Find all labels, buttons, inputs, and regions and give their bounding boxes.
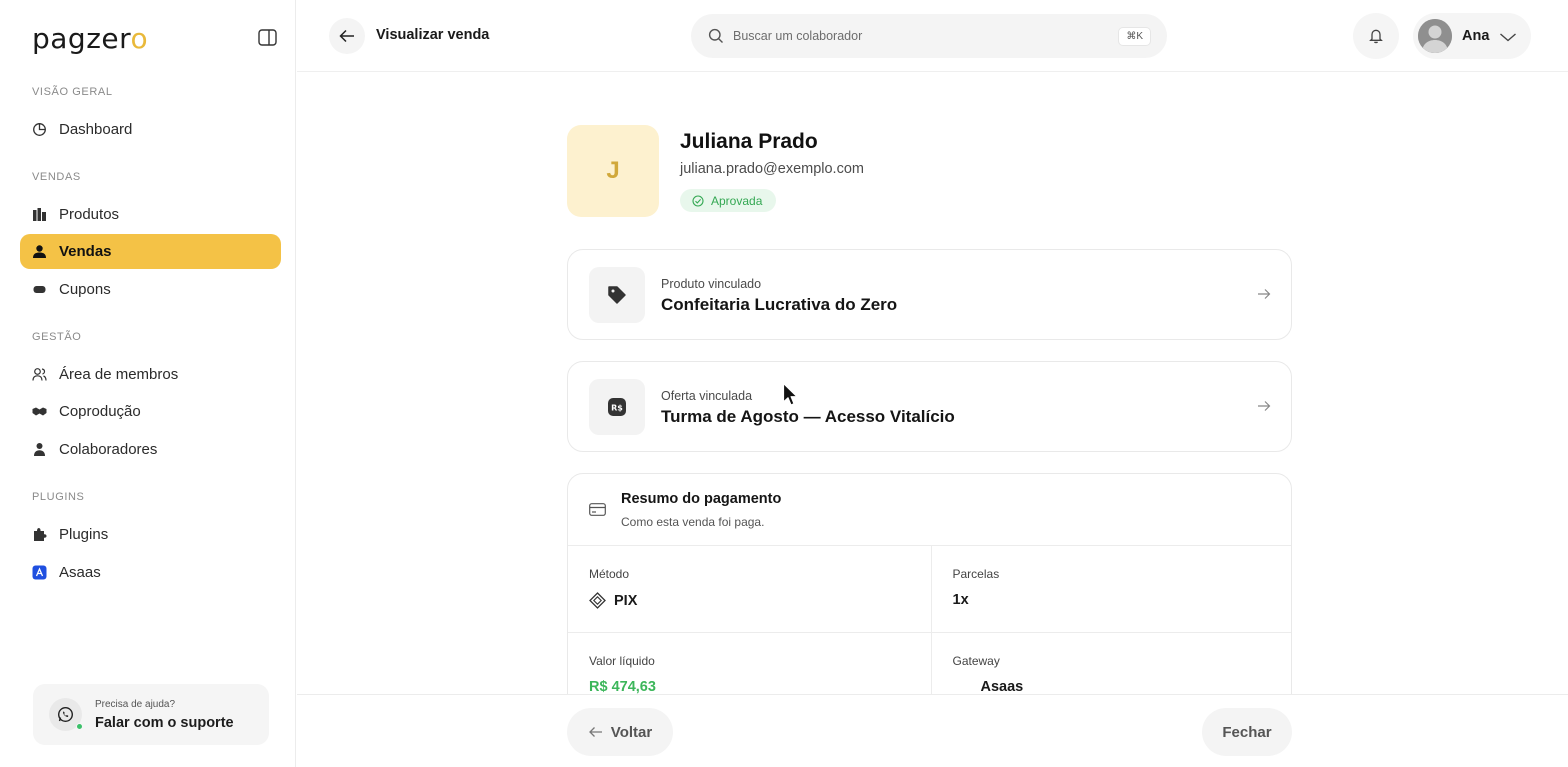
section-label-sales: VENDAS — [32, 171, 81, 183]
sidebar: pagzero VISÃO GERAL Dashboard VENDAS Pro… — [0, 0, 296, 767]
payment-details-grid: Método PIX Parcelas 1x Valor líquido R$ … — [568, 545, 1292, 694]
payment-summary-title: Resumo do pagamento — [621, 491, 782, 507]
payment-summary-card: Resumo do pagamento Como esta venda foi … — [567, 473, 1292, 694]
user-menu[interactable]: Ana — [1413, 13, 1531, 59]
payment-method-label: Método — [589, 567, 630, 581]
handshake-icon — [32, 404, 47, 419]
sidebar-item-label: Asaas — [59, 564, 101, 581]
payment-method-text: PIX — [614, 592, 638, 609]
arrow-left-icon — [588, 726, 603, 738]
gateway-label: Gateway — [952, 654, 1000, 668]
coupon-icon — [32, 282, 47, 297]
search-icon — [708, 28, 724, 49]
collaborator-icon — [32, 442, 47, 457]
search-placeholder: Buscar um colaborador — [733, 29, 863, 43]
customer-avatar: J — [567, 125, 659, 217]
arrow-left-icon — [339, 29, 354, 43]
sidebar-item-label: Coprodução — [59, 403, 141, 420]
sidebar-item-label: Plugins — [59, 526, 109, 543]
linked-product-card[interactable]: Produto vinculado Confeitaria Lucrativa … — [567, 249, 1292, 340]
sidebar-item-label: Cupons — [59, 281, 111, 298]
search-shortcut: ⌘K — [1118, 27, 1151, 46]
status-label: Aprovada — [711, 193, 763, 208]
sidebar-item-sales[interactable]: Vendas — [20, 234, 281, 269]
sidebar-item-label: Dashboard — [59, 121, 133, 138]
sidebar-item-coproduction[interactable]: Coprodução — [20, 394, 281, 429]
pix-icon — [589, 592, 606, 609]
chevron-down-icon — [1499, 30, 1517, 48]
sidebar-item-plugins[interactable]: Plugins — [20, 517, 281, 552]
puzzle-icon — [32, 527, 47, 542]
net-value-label: Valor líquido — [589, 654, 655, 668]
action-footer: Voltar Fechar — [297, 694, 1568, 767]
payment-method-value: PIX — [589, 592, 637, 609]
online-status-dot — [76, 723, 83, 730]
payment-row: Valor líquido R$ 474,63 Gateway Asaas — [568, 633, 1292, 694]
asaas-logo-icon — [32, 565, 47, 580]
linked-product-label: Produto vinculado — [661, 277, 762, 291]
sidebar-item-label: Colaboradores — [59, 441, 158, 458]
net-value: R$ 474,63 — [589, 679, 656, 694]
sales-icon — [32, 244, 47, 259]
sidebar-item-members[interactable]: Área de membros — [20, 357, 281, 392]
dashboard-icon — [32, 122, 47, 137]
sidebar-item-label: Área de membros — [59, 366, 179, 383]
support-question: Precisa de ajuda? — [95, 699, 176, 710]
sale-details: J Juliana Prado juliana.prado@exemplo.co… — [297, 73, 1568, 694]
page-title: Visualizar venda — [376, 27, 490, 43]
section-label-plugins: PLUGINS — [32, 491, 85, 503]
gateway-cell: Gateway Asaas — [930, 633, 1292, 694]
sidebar-item-products[interactable]: Produtos — [20, 197, 281, 232]
back-button[interactable]: Voltar — [567, 708, 673, 756]
header-back-button[interactable] — [329, 18, 365, 54]
check-circle-icon — [692, 194, 704, 207]
section-label-overview: VISÃO GERAL — [32, 86, 113, 98]
status-badge: Aprovada — [680, 189, 777, 212]
credit-card-icon — [589, 503, 606, 521]
back-button-label: Voltar — [610, 723, 653, 741]
sidebar-item-dashboard[interactable]: Dashboard — [20, 112, 281, 147]
linked-product-value: Confeitaria Lucrativa do Zero — [661, 295, 898, 314]
bell-icon — [1369, 29, 1383, 44]
products-icon — [32, 207, 47, 222]
sidebar-toggle-icon[interactable] — [258, 29, 278, 47]
linked-offer-label: Oferta vinculada — [661, 389, 753, 403]
payment-method-cell: Método PIX — [568, 546, 931, 632]
installments-value: 1x — [952, 592, 969, 608]
payment-row: Método PIX Parcelas 1x — [568, 546, 1292, 633]
linked-offer-card[interactable]: R$ Oferta vinculada Turma de Agosto — Ac… — [567, 361, 1292, 452]
installments-label: Parcelas — [952, 567, 1000, 581]
close-button[interactable]: Fechar — [1202, 708, 1292, 756]
logo[interactable]: pagzero — [32, 22, 148, 55]
customer-name: Juliana Prado — [680, 130, 818, 153]
sidebar-item-label: Produtos — [59, 206, 120, 223]
payment-summary-subtitle: Como esta venda foi paga. — [621, 515, 765, 529]
arrow-right-icon — [1257, 399, 1271, 417]
tag-icon — [589, 267, 645, 323]
users-icon — [32, 367, 47, 382]
installments-cell: Parcelas 1x — [930, 546, 1292, 632]
notifications-button[interactable] — [1353, 13, 1399, 59]
section-label-management: GESTÃO — [32, 331, 82, 343]
net-value-cell: Valor líquido R$ 474,63 — [568, 633, 931, 694]
support-action: Falar com o suporte — [95, 715, 234, 731]
avatar — [1418, 19, 1452, 53]
top-header: Visualizar venda Buscar um colaborador ⌘… — [297, 0, 1568, 72]
sidebar-item-collaborators[interactable]: Colaboradores — [20, 432, 281, 467]
support-card[interactable]: Precisa de ajuda? Falar com o suporte — [33, 684, 269, 745]
search-input[interactable]: Buscar um colaborador ⌘K — [691, 14, 1167, 58]
app-root: pagzero VISÃO GERAL Dashboard VENDAS Pro… — [0, 0, 1568, 767]
customer-email: juliana.prado@exemplo.com — [680, 161, 864, 177]
arrow-right-icon — [1257, 287, 1271, 305]
linked-offer-value: Turma de Agosto — Acesso Vitalício — [661, 407, 955, 426]
user-name: Ana — [1462, 28, 1490, 44]
sidebar-item-label: Vendas — [59, 243, 112, 260]
currency-icon: R$ — [589, 379, 645, 435]
sidebar-item-coupons[interactable]: Cupons — [20, 272, 281, 307]
whatsapp-icon — [49, 698, 83, 731]
svg-text:R$: R$ — [611, 404, 623, 413]
sidebar-item-asaas[interactable]: Asaas — [20, 555, 281, 590]
gateway-value: Asaas — [980, 679, 1024, 694]
